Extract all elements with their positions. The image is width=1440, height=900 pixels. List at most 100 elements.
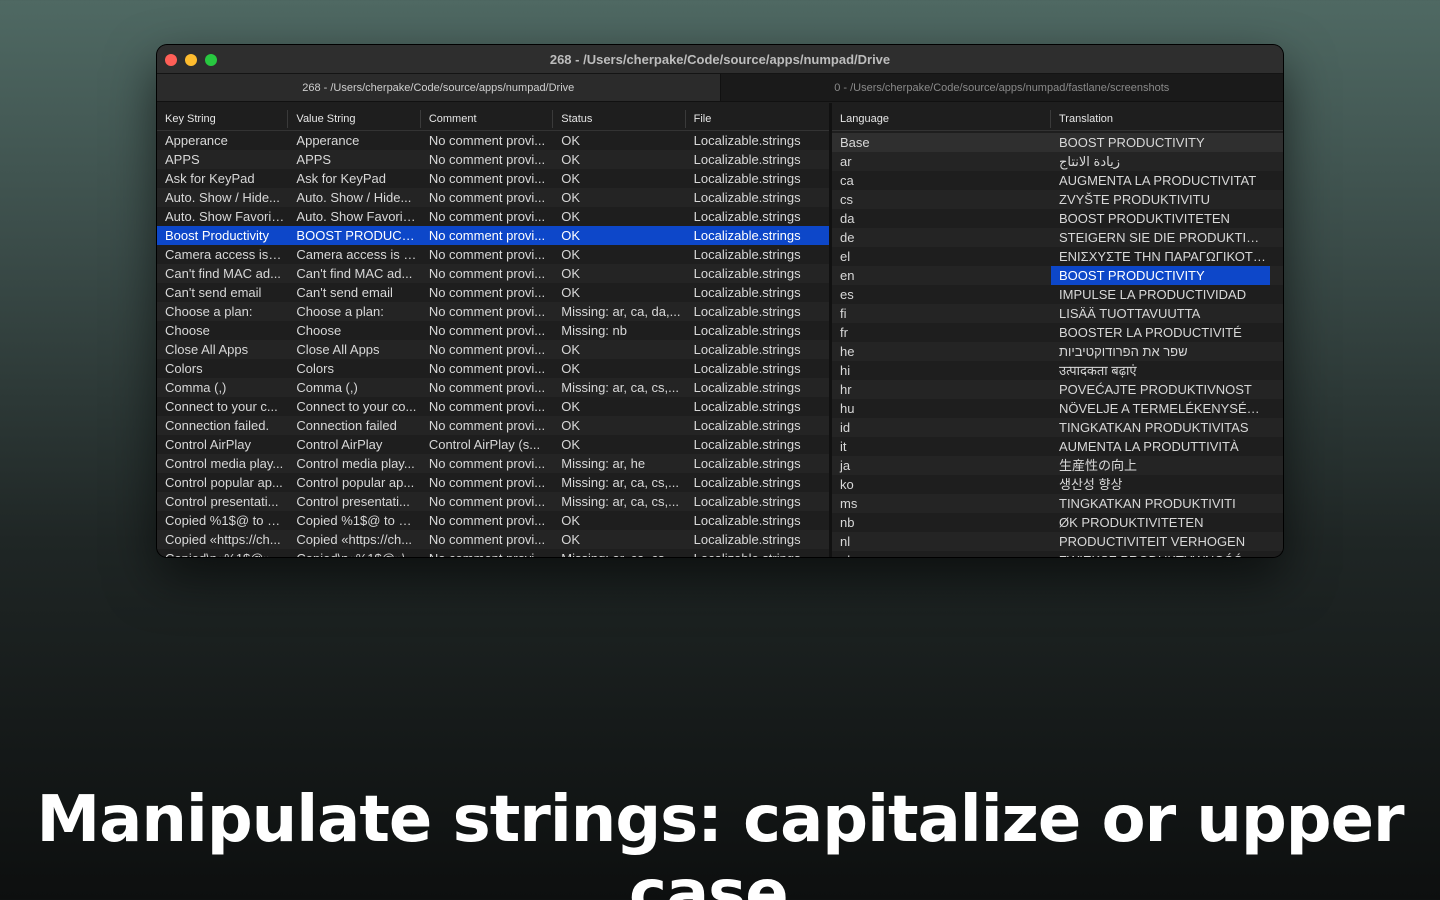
table-row[interactable]: Close All Apps Close All Apps No comment p… (157, 340, 829, 359)
status-cell: OK (561, 266, 581, 281)
tab-drive[interactable]: 268 - /Users/cherpake/Code/source/apps/n… (157, 74, 720, 101)
table-row[interactable]: Can't find MAC ad... Can't find MAC ad...… (157, 264, 829, 283)
list-item[interactable]: id TINGKATKAN PRODUKTIVITAS (832, 418, 1283, 437)
translation-cell[interactable]: LISÄÄ TUOTTAVUUTTA (1051, 304, 1270, 323)
column-header-value[interactable]: Value String (288, 110, 421, 128)
translation-cell[interactable]: BOOST PRODUCTIVITY (1051, 133, 1270, 152)
language-cell: ko (840, 477, 854, 492)
table-row[interactable]: Choose Choose No comment provi... Missing: … (157, 321, 829, 340)
translation-cell[interactable]: उत्पादकता बढ़ाएं (1051, 361, 1270, 380)
column-header-translation[interactable]: Translation (1051, 110, 1277, 128)
list-item[interactable]: ko 생산성 향상 (832, 475, 1283, 494)
table-row[interactable]: Control AirPlay Control AirPlay Control Ai… (157, 435, 829, 454)
translation-cell[interactable]: BOOST PRODUCTIVITY (1051, 266, 1270, 285)
translation-cell[interactable]: ZWIĘKSZ PRODUKTYWNOŚĆ (1051, 551, 1270, 557)
list-item[interactable]: nl PRODUCTIVITEIT VERHOGEN (832, 532, 1283, 551)
translation-cell[interactable]: 생산성 향상 (1051, 475, 1270, 494)
list-item[interactable]: hr POVEĆAJTE PRODUKTIVNOST (832, 380, 1283, 399)
table-row[interactable]: Comma (,) Comma (,) No comment provi... Mis… (157, 378, 829, 397)
table-row[interactable]: Connect to your c... Connect to your co..… (157, 397, 829, 416)
translation-cell[interactable]: ØK PRODUKTIVITETEN (1051, 513, 1270, 532)
table-row[interactable]: Boost Productivity BOOST PRODUCTI... No co… (157, 226, 829, 245)
language-cell: cs (840, 192, 853, 207)
translation-cell[interactable]: שפר את הפרודוקטיביות (1051, 342, 1270, 361)
translation-cell[interactable]: TINGKATKAN PRODUKTIVITAS (1051, 418, 1270, 437)
translation-cell[interactable]: PRODUCTIVITEIT VERHOGEN (1051, 532, 1270, 551)
table-row[interactable]: Choose a plan: Choose a plan: No comment p… (157, 302, 829, 321)
tab-screenshots[interactable]: 0 - /Users/cherpake/Code/source/apps/num… (719, 74, 1283, 101)
translation-cell[interactable]: POVEĆAJTE PRODUKTIVNOST (1051, 380, 1270, 399)
table-row[interactable]: Copied\n«%1$@»\...Copied\n«%1$@»\...No c… (157, 549, 829, 557)
list-item[interactable]: ca AUGMENTA LA PRODUCTIVITAT (832, 171, 1283, 190)
table-row[interactable]: Control media play... Control media play.… (157, 454, 829, 473)
comment-cell: No comment provi... (428, 532, 546, 547)
translation-cell[interactable]: NÖVELJE A TERMELÉKENYSÉGET (1051, 399, 1270, 418)
translation-cell[interactable]: BOOST PRODUKTIVITETEN (1051, 209, 1270, 228)
table-row[interactable]: Auto. Show / Hide... Auto. Show / Hide...… (157, 188, 829, 207)
list-item[interactable]: it AUMENTA LA PRODUTTIVITÀ (832, 437, 1283, 456)
key-cell: Camera access is r... (165, 247, 287, 262)
list-item[interactable]: el ΕΝΙΣΧΥΣΤΕ ΤΗΝ ΠΑΡΑΓΩΓΙΚΟΤΗ... (832, 247, 1283, 266)
table-row[interactable]: Can't send email Can't send email No comme… (157, 283, 829, 302)
column-header-language[interactable]: Language (832, 110, 1051, 128)
table-row[interactable]: Copied %1$@ to cl... Copied %1$@ to cl...… (157, 511, 829, 530)
translation-cell[interactable]: AUGMENTA LA PRODUCTIVITAT (1051, 171, 1270, 190)
table-row[interactable]: Colors Colors No comment provi... OK Localiz… (157, 359, 829, 378)
column-header-key[interactable]: Key String (157, 110, 289, 128)
table-row[interactable]: Ask for KeyPad Ask for KeyPad No comment p… (157, 169, 829, 188)
list-item[interactable]: hu NÖVELJE A TERMELÉKENYSÉGET (832, 399, 1283, 418)
list-item[interactable]: nb ØK PRODUKTIVITETEN (832, 513, 1283, 532)
list-item[interactable]: Base BOOST PRODUCTIVITY (832, 133, 1283, 152)
status-cell: Missing: ar, ca, cs,... (561, 380, 679, 395)
table-row[interactable]: APPS APPS No comment provi... OK Localizable… (157, 150, 829, 169)
status-cell: Missing: ar, ca, da,... (561, 304, 681, 319)
translation-cell[interactable]: STEIGERN SIE DIE PRODUKTIVIT... (1051, 228, 1270, 247)
list-item[interactable]: en BOOST PRODUCTIVITY (832, 266, 1283, 285)
language-cell: ms (840, 496, 858, 511)
list-item[interactable]: ar زيادة الانتاج (832, 152, 1283, 171)
table-row[interactable]: Apperance Apperance No comment provi... OK L… (157, 131, 829, 150)
translation-cell[interactable]: ΕΝΙΣΧΥΣΤΕ ΤΗΝ ΠΑΡΑΓΩΓΙΚΟΤΗ... (1051, 247, 1270, 266)
column-header-status[interactable]: Status (553, 110, 686, 128)
value-cell: Camera access is r... (296, 247, 418, 262)
table-row[interactable]: Camera access is r... Camera access is r.… (157, 245, 829, 264)
list-item[interactable]: ms TINGKATKAN PRODUKTIVITI (832, 494, 1283, 513)
value-cell: Auto. Show Favorit... (296, 209, 418, 224)
key-cell: Choose (165, 323, 210, 338)
list-item[interactable]: fr BOOSTER LA PRODUCTIVITÉ (832, 323, 1283, 342)
translation-cell[interactable]: ZVYŠTE PRODUKTIVITU (1051, 190, 1270, 209)
table-row[interactable]: Control presentati... Control presentati.… (157, 492, 829, 511)
file-cell: Localizable.strings (693, 285, 801, 300)
list-item[interactable]: fi LISÄÄ TUOTTAVUUTTA (832, 304, 1283, 323)
status-cell: Missing: ar, ca, cs,... (561, 494, 679, 509)
list-item[interactable]: ja 生産性の向上 (832, 456, 1283, 475)
file-cell: Localizable.strings (693, 361, 801, 376)
table-row[interactable]: Connection failed. Connection failed No co… (157, 416, 829, 435)
translation-cell[interactable]: زيادة الانتاج (1051, 152, 1270, 171)
table-row[interactable]: Auto. Show Favorit... Auto. Show Favorit.… (157, 207, 829, 226)
strings-table-body: Apperance Apperance No comment provi... OK L… (157, 131, 829, 557)
list-item[interactable]: da BOOST PRODUKTIVITETEN (832, 209, 1283, 228)
status-cell: OK (561, 437, 581, 452)
translation-cell[interactable]: BOOSTER LA PRODUCTIVITÉ (1051, 323, 1270, 342)
key-cell: Connection failed. (165, 418, 270, 433)
translation-cell[interactable]: 生産性の向上 (1051, 456, 1270, 475)
list-item[interactable]: es IMPULSE LA PRODUCTIVIDAD (832, 285, 1283, 304)
key-cell: Auto. Show Favorit... (165, 209, 286, 224)
column-header-file[interactable]: File (686, 110, 829, 128)
list-item[interactable]: he שפר את הפרודוקטיביות (832, 342, 1283, 361)
translation-cell[interactable]: IMPULSE LA PRODUCTIVIDAD (1051, 285, 1270, 304)
list-item[interactable]: plZWIĘKSZ PRODUKTYWNOŚĆ (832, 551, 1283, 557)
list-item[interactable]: cs ZVYŠTE PRODUKTIVITU (832, 190, 1283, 209)
list-item[interactable]: hi उत्पादकता बढ़ाएं (832, 361, 1283, 380)
translation-cell[interactable]: AUMENTA LA PRODUTTIVITÀ (1051, 437, 1270, 456)
list-item[interactable]: de STEIGERN SIE DIE PRODUKTIVIT... (832, 228, 1283, 247)
translation-cell[interactable]: TINGKATKAN PRODUKTIVITI (1051, 494, 1270, 513)
value-cell: APPS (296, 152, 332, 167)
language-cell: he (840, 344, 855, 359)
column-header-comment[interactable]: Comment (421, 110, 554, 128)
table-row[interactable]: Control popular ap... Control popular ap.… (157, 473, 829, 492)
table-row[interactable]: Copied «https://ch... Copied «https://ch.… (157, 530, 829, 549)
language-cell: ja (840, 458, 851, 473)
value-cell: Comma (,) (296, 380, 358, 395)
